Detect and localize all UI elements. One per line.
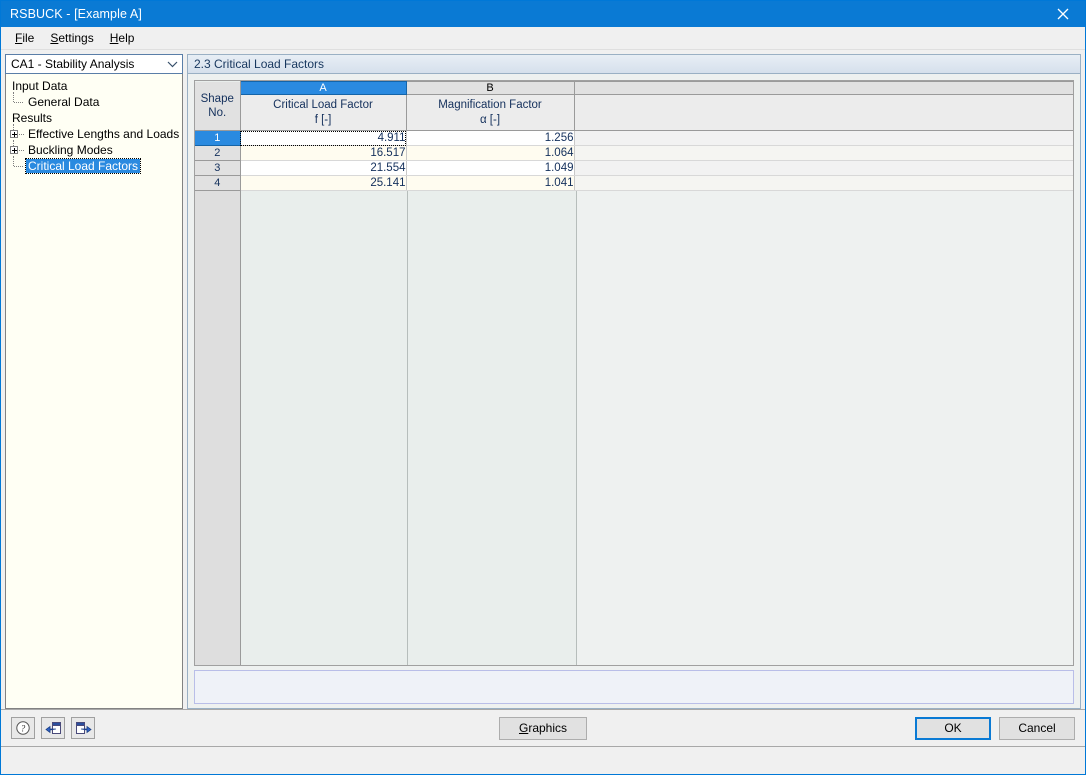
- cell-b3[interactable]: 1.049: [406, 160, 575, 176]
- menu-help-label-rest: elp: [118, 31, 135, 45]
- row-header-4[interactable]: 4: [195, 175, 241, 191]
- table-column-title-row: Critical Load Factor f [-] Magnification…: [195, 94, 1073, 131]
- table-row: 3 21.554 1.049: [195, 160, 1073, 176]
- detail-panel: [194, 670, 1074, 704]
- column-title-b-text: Magnification Factor: [438, 98, 542, 111]
- next-icon: [75, 721, 92, 734]
- window-title: RSBUCK - [Example A]: [10, 7, 142, 21]
- cell-tail-1: [574, 130, 1073, 146]
- content-panel: 2.3 Critical Load Factors Shape No. A B …: [187, 54, 1081, 709]
- graphics-button[interactable]: Graphics: [499, 716, 587, 740]
- cell-b4[interactable]: 1.041: [406, 175, 575, 191]
- menu-file-label-rest: ile: [22, 31, 35, 45]
- cell-tail-3: [574, 160, 1073, 176]
- cell-a4[interactable]: 25.141: [240, 175, 407, 191]
- tree-item-results[interactable]: Results: [6, 110, 182, 126]
- results-table-inner: Shape No. A B Critical Load Factor f [-]…: [195, 81, 1073, 191]
- menu-file[interactable]: File: [7, 29, 42, 47]
- cell-a3[interactable]: 21.554: [240, 160, 407, 176]
- panel-title: 2.3 Critical Load Factors: [187, 54, 1081, 73]
- svg-text:?: ?: [21, 724, 26, 734]
- grid-empty-rest: [577, 191, 1073, 665]
- column-title-a-text: Critical Load Factor: [273, 98, 373, 111]
- grid-empty-row-headers: [195, 191, 241, 665]
- grid-empty-column-b: [408, 191, 577, 665]
- footer-bar: ? Graphics OK Cancel: [1, 709, 1085, 746]
- body-area: CA1 - Stability Analysis Input Data Gene…: [1, 50, 1085, 709]
- tree-item-buckling-modes-label: Buckling Modes: [28, 143, 113, 157]
- cell-tail-2: [574, 145, 1073, 161]
- table-row: 1 4.911 1.256: [195, 130, 1073, 146]
- close-button[interactable]: [1040, 1, 1085, 27]
- chevron-down-icon: [167, 61, 177, 67]
- menu-help[interactable]: Help: [102, 29, 143, 47]
- analysis-case-value: CA1 - Stability Analysis: [11, 57, 135, 71]
- corner-label-line1: Shape: [200, 92, 234, 105]
- cancel-button[interactable]: Cancel: [999, 716, 1075, 740]
- table-row: 4 25.141 1.041: [195, 175, 1073, 191]
- results-table: Shape No. A B Critical Load Factor f [-]…: [194, 80, 1074, 666]
- graphics-button-label-rest: raphics: [528, 721, 568, 735]
- column-title-a: Critical Load Factor f [-]: [240, 94, 407, 131]
- tree-item-results-label: Results: [12, 111, 53, 125]
- menu-settings-label-rest: ettings: [58, 31, 94, 45]
- combobox-arrow-button[interactable]: [162, 61, 182, 68]
- grid-empty-area[interactable]: [195, 191, 1073, 665]
- grid-container: Shape No. A B Critical Load Factor f [-]…: [187, 73, 1081, 709]
- tree-item-input-data-label: Input Data: [12, 79, 68, 93]
- navigation-panel: CA1 - Stability Analysis Input Data Gene…: [5, 54, 183, 709]
- cell-a2[interactable]: 16.517: [240, 145, 407, 161]
- analysis-case-combobox[interactable]: CA1 - Stability Analysis: [5, 54, 183, 74]
- tree-item-buckling-modes[interactable]: Buckling Modes: [6, 140, 182, 158]
- table-row: 2 16.517 1.064: [195, 145, 1073, 161]
- application-window: RSBUCK - [Example A] File Settings Help …: [0, 0, 1086, 775]
- dialog-button-group: OK Cancel: [915, 716, 1075, 740]
- table-corner-header: Shape No.: [195, 81, 241, 131]
- ok-button[interactable]: OK: [915, 716, 991, 740]
- tree-item-critical-load-factors-label: Critical Load Factors: [24, 158, 142, 174]
- help-button[interactable]: ?: [11, 717, 35, 739]
- tree-item-general-data-label: General Data: [28, 95, 100, 109]
- tree-item-general-data[interactable]: General Data: [6, 92, 182, 110]
- column-title-filler: [574, 94, 1073, 131]
- grid-empty-column-a: [241, 191, 408, 665]
- corner-label-line2: No.: [208, 106, 227, 119]
- previous-button[interactable]: [41, 717, 65, 739]
- tree-item-input-data[interactable]: Input Data: [6, 78, 182, 94]
- column-header-a[interactable]: A: [240, 81, 407, 95]
- cell-tail-4: [574, 175, 1073, 191]
- tree-item-effective-lengths-and-loads[interactable]: Effective Lengths and Loads: [6, 124, 182, 142]
- close-icon: [1057, 8, 1068, 20]
- next-button[interactable]: [71, 717, 95, 739]
- column-header-filler: [574, 81, 1073, 95]
- menu-settings[interactable]: Settings: [42, 29, 101, 47]
- row-header-2[interactable]: 2: [195, 145, 241, 161]
- help-icon: ?: [16, 721, 30, 735]
- menu-bar: File Settings Help: [1, 27, 1085, 50]
- column-header-b[interactable]: B: [406, 81, 575, 95]
- tree-item-critical-load-factors[interactable]: Critical Load Factors: [6, 156, 182, 174]
- title-bar: RSBUCK - [Example A]: [1, 1, 1085, 27]
- status-bar: [1, 746, 1085, 774]
- row-header-3[interactable]: 3: [195, 160, 241, 176]
- column-symbol-a-text: f [-]: [314, 113, 332, 126]
- tree-item-effective-lengths-and-loads-label: Effective Lengths and Loads: [28, 127, 180, 141]
- navigation-tree: Input Data General Data Results Effectiv…: [5, 74, 183, 709]
- cell-b1[interactable]: 1.256: [406, 130, 575, 146]
- table-column-letter-row: Shape No. A B: [195, 81, 1073, 131]
- cell-b2[interactable]: 1.064: [406, 145, 575, 161]
- column-title-b: Magnification Factor α [-]: [406, 94, 575, 131]
- tree-connector: [10, 92, 26, 110]
- column-symbol-b-text: α [-]: [479, 113, 501, 126]
- tree-connector: [10, 156, 26, 174]
- row-header-1[interactable]: 1: [195, 130, 241, 146]
- cell-a1[interactable]: 4.911: [240, 130, 407, 146]
- previous-icon: [44, 721, 61, 734]
